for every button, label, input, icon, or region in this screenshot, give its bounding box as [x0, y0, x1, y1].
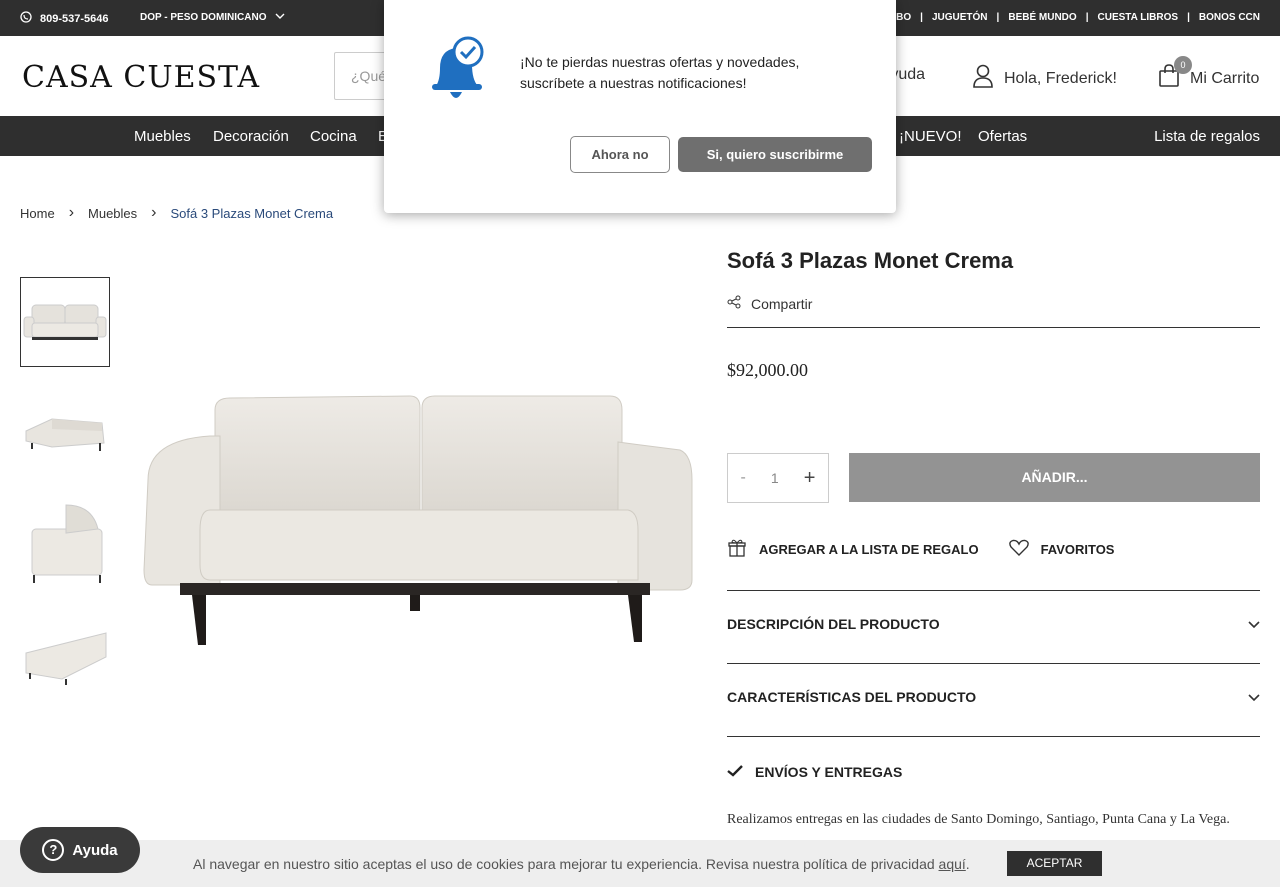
nav-item-cocina[interactable]: Cocina: [310, 128, 357, 145]
dialog-message: ¡No te pierdas nuestras ofertas y noveda…: [520, 54, 800, 91]
sofa-side-image: [31, 504, 103, 583]
notification-dialog: ¡No te pierdas nuestras ofertas y noveda…: [384, 0, 896, 213]
cookie-end: .: [965, 856, 970, 872]
cookie-message: Al navegar en nuestro sitio aceptas el u…: [193, 856, 939, 872]
share-button[interactable]: Compartir: [727, 295, 812, 312]
share-label: Compartir: [751, 295, 813, 312]
breadcrumb-current: Sofá 3 Plazas Monet Crema: [170, 205, 334, 221]
share-icon: [727, 295, 741, 312]
subscribe-button[interactable]: Si, quiero suscribirme: [678, 137, 872, 172]
sofa-angle-image: [25, 418, 105, 451]
qty-minus-button[interactable]: -: [741, 469, 746, 487]
quantity-stepper: - 1 +: [727, 453, 829, 503]
add-to-cart-button[interactable]: AÑADIR...: [849, 453, 1260, 502]
chevron-down-icon: [1248, 616, 1260, 632]
cookie-text: Al navegar en nuestro sitio aceptas el u…: [193, 856, 970, 872]
accordion-title: DESCRIPCIÓN DEL PRODUCTO: [727, 616, 940, 632]
product-title: Sofá 3 Plazas Monet Crema: [727, 248, 1014, 273]
cart-label: Mi Carrito: [1190, 69, 1260, 87]
favorites-label: FAVORITOS: [1040, 542, 1115, 557]
question-icon: ?: [42, 839, 65, 861]
top-links: MBO | JUGUETÓN | BEBÉ MUNDO | CUESTA LIBROS…: [887, 12, 1260, 23]
accordion-description[interactable]: DESCRIPCIÓN DEL PRODUCTO: [727, 616, 1260, 632]
user-icon: [972, 64, 994, 93]
accept-cookies-button[interactable]: ACEPTAR: [1007, 851, 1102, 876]
gift-registry-label: AGREGAR A LA LISTA DE REGALO: [759, 542, 979, 557]
top-link[interactable]: JUGUETÓN: [932, 12, 988, 23]
shipping-text: Realizamos entregas en las ciudades de S…: [727, 812, 1230, 827]
top-link[interactable]: BEBÉ MUNDO: [1008, 12, 1076, 23]
bell-icon: [426, 34, 490, 111]
sofa-rear-image: [25, 632, 107, 685]
gift-registry-button[interactable]: AGREGAR A LA LISTA DE REGALO: [727, 538, 979, 561]
cookie-banner: Al navegar en nuestro sitio aceptas el u…: [0, 840, 1280, 887]
divider: [727, 663, 1260, 664]
product-main-image[interactable]: [140, 380, 700, 660]
chevron-right-icon: ›: [68, 204, 75, 221]
chevron-down-icon: [1248, 689, 1260, 705]
product-price: $92,000.00: [727, 360, 808, 380]
currency-selector[interactable]: DOP - PESO DOMINICANO: [140, 12, 285, 23]
help-chat-button[interactable]: ? Ayuda: [20, 827, 140, 873]
divider: [727, 327, 1260, 328]
gift-icon: [727, 538, 747, 561]
chevron-right-icon: ›: [151, 204, 157, 221]
nav-item-decoracion[interactable]: Decoración: [213, 128, 289, 145]
user-account[interactable]: Hola, Frederick!: [972, 64, 1117, 93]
privacy-link[interactable]: aquí: [939, 856, 966, 872]
greeting: Hola, Frederick!: [1004, 69, 1117, 87]
chevron-down-icon: [275, 12, 285, 23]
nav-item-muebles[interactable]: Muebles: [134, 128, 191, 145]
phone-number: 809-537-5646: [40, 12, 109, 25]
top-link[interactable]: BONOS CCN: [1199, 12, 1260, 23]
product-actions: AGREGAR A LA LISTA DE REGALO FAVORITOS: [727, 538, 1114, 561]
top-link[interactable]: CUESTA LIBROS: [1098, 12, 1179, 23]
cart-count-badge: 0: [1174, 56, 1192, 74]
nav-gift-list[interactable]: Lista de regalos: [1154, 128, 1260, 145]
nav-item-ofertas[interactable]: Ofertas: [978, 128, 1027, 145]
qty-value[interactable]: 1: [771, 470, 779, 486]
accordion-title: CARACTERÍSTICAS DEL PRODUCTO: [727, 689, 977, 705]
nav-item-nuevo[interactable]: ¡NUEVO!: [899, 128, 962, 145]
phone-contact[interactable]: 809-537-5646: [20, 11, 109, 26]
checkmark-icon: [727, 764, 743, 780]
divider: [727, 590, 1260, 591]
breadcrumb-home[interactable]: Home: [20, 206, 55, 221]
breadcrumb-category[interactable]: Muebles: [88, 206, 137, 221]
shipping-section[interactable]: ENVÍOS Y ENTREGAS: [727, 764, 902, 780]
favorites-button[interactable]: FAVORITOS: [1008, 539, 1115, 560]
heart-icon: [1008, 539, 1029, 560]
logo[interactable]: CASA CUESTA: [22, 60, 260, 95]
product-thumbnail[interactable]: [20, 387, 110, 477]
sofa-front-image: [23, 304, 107, 340]
product-thumbnail[interactable]: [20, 607, 110, 697]
currency-label: DOP - PESO DOMINICANO: [140, 12, 267, 23]
divider: [727, 736, 1260, 737]
help-chat-label: Ayuda: [72, 841, 118, 859]
shipping-title: ENVÍOS Y ENTREGAS: [755, 764, 903, 780]
decline-button[interactable]: Ahora no: [570, 136, 670, 173]
whatsapp-icon: [20, 11, 32, 26]
product-thumbnail[interactable]: [20, 497, 110, 587]
breadcrumb: Home › Muebles › Sofá 3 Plazas Monet Cre…: [20, 204, 333, 222]
accordion-features[interactable]: CARACTERÍSTICAS DEL PRODUCTO: [727, 689, 1260, 705]
cart[interactable]: 0 Mi Carrito: [1158, 56, 1260, 93]
qty-plus-button[interactable]: +: [804, 467, 816, 490]
product-thumbnail[interactable]: [20, 277, 110, 367]
